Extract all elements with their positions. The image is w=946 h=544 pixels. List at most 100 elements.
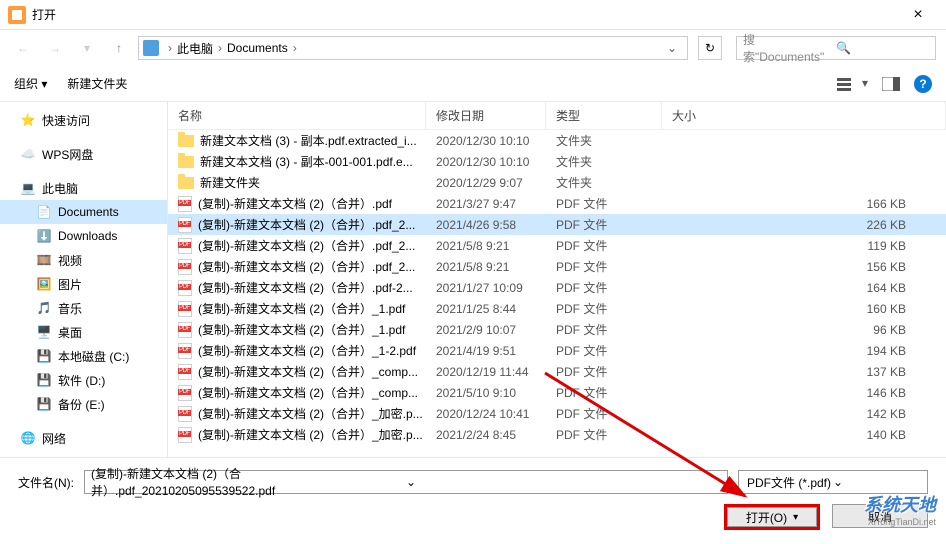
chevron-right-icon: › [215,41,225,55]
file-row[interactable]: (复制)-新建文本文档 (2)（合并）.pdf_2...2021/4/26 9:… [168,214,946,235]
star-icon: ⭐ [20,112,36,128]
file-date: 2021/1/27 10:09 [426,281,546,295]
pdf-icon [178,343,192,359]
sidebar-item-desktop[interactable]: 🖥️桌面 [0,320,167,344]
file-filter-select[interactable]: PDF文件 (*.pdf) ⌄ [738,470,928,494]
sidebar-item-disk-c[interactable]: 💾本地磁盘 (C:) [0,344,167,368]
file-row[interactable]: 新建文件夹2020/12/29 9:07文件夹 [168,172,946,193]
sidebar-item-pictures[interactable]: 🖼️图片 [0,272,167,296]
sidebar-item-videos[interactable]: 🎞️视频 [0,248,167,272]
dialog-footer: 文件名(N): (复制)-新建文本文档 (2)（合并）.pdf_20210205… [0,457,946,544]
file-row[interactable]: (复制)-新建文本文档 (2)（合并）_comp...2020/12/19 11… [168,361,946,382]
sidebar-item-documents[interactable]: 📄Documents [0,200,167,224]
nav-recent-icon[interactable]: ▾ [74,35,100,61]
file-row[interactable]: 新建文本文档 (3) - 副本.pdf.extracted_i...2020/1… [168,130,946,151]
file-name: (复制)-新建文本文档 (2)（合并）_comp... [168,363,426,380]
pdf-icon [178,217,192,233]
search-input[interactable]: 搜索"Documents" 🔍 [736,36,936,60]
column-date[interactable]: 修改日期 [426,102,546,129]
file-size: 160 KB [662,302,946,316]
file-type: PDF 文件 [546,279,662,296]
pdf-icon [178,385,192,401]
pdf-icon [178,196,192,212]
open-button[interactable]: 打开(O)▾ [724,504,820,530]
nav-forward-icon[interactable]: → [42,35,68,61]
column-type[interactable]: 类型 [546,102,662,129]
chevron-right-icon: › [290,41,300,55]
pdf-icon [178,406,192,422]
file-date: 2021/2/9 10:07 [426,323,546,337]
sidebar-item-wps[interactable]: ☁️WPS网盘 [0,142,167,166]
pdf-icon [178,427,192,443]
organize-menu[interactable]: 组织 ▾ [14,75,47,92]
music-icon: 🎵 [36,300,52,316]
close-icon[interactable]: × [898,6,938,24]
sidebar-item-disk-d[interactable]: 💾软件 (D:) [0,368,167,392]
file-size: 166 KB [662,197,946,211]
sidebar-item-thispc[interactable]: 💻此电脑 [0,176,167,200]
file-row[interactable]: (复制)-新建文本文档 (2)（合并）.pdf_2...2021/5/8 9:2… [168,235,946,256]
file-name: 新建文本文档 (3) - 副本-001-001.pdf.e... [168,153,426,170]
file-type: PDF 文件 [546,342,662,359]
file-type: PDF 文件 [546,426,662,443]
file-size: 146 KB [662,386,946,400]
pdf-icon [178,322,192,338]
download-icon: ⬇️ [36,228,52,244]
file-name: (复制)-新建文本文档 (2)（合并）.pdf [168,195,426,212]
view-mode-button[interactable]: ▾ [837,76,868,91]
breadcrumb-root[interactable]: 此电脑 [177,40,213,57]
folder-icon [178,156,194,168]
file-row[interactable]: (复制)-新建文本文档 (2)（合并）_加密.p...2020/12/24 10… [168,403,946,424]
file-type: 文件夹 [546,174,662,191]
file-size: 194 KB [662,344,946,358]
cloud-icon: ☁️ [20,146,36,162]
file-row[interactable]: (复制)-新建文本文档 (2)（合并）.pdf_2...2021/5/8 9:2… [168,256,946,277]
titlebar: 打开 × [0,0,946,30]
chevron-down-icon: ▾ [793,512,798,523]
chevron-down-icon[interactable]: ⌄ [661,41,683,55]
file-row[interactable]: (复制)-新建文本文档 (2)（合并）_加密.p...2021/2/24 8:4… [168,424,946,445]
column-size[interactable]: 大小 [662,102,946,129]
file-name: (复制)-新建文本文档 (2)（合并）_comp... [168,384,426,401]
sidebar-item-downloads[interactable]: ⬇️Downloads [0,224,167,248]
toolbar: 组织 ▾ 新建文件夹 ▾ ? [0,66,946,102]
search-icon[interactable]: 🔍 [836,41,929,55]
new-folder-button[interactable]: 新建文件夹 [67,75,127,92]
file-size: 226 KB [662,218,946,232]
sidebar-item-network[interactable]: 🌐网络 [0,426,167,450]
chevron-down-icon[interactable]: ⌄ [406,475,721,489]
file-name: (复制)-新建文本文档 (2)（合并）.pdf_2... [168,258,426,275]
breadcrumb[interactable]: › 此电脑 › Documents › ⌄ [138,36,688,60]
cancel-button[interactable]: 取消 [832,504,928,528]
file-row[interactable]: (复制)-新建文本文档 (2)（合并）_1.pdf2021/1/25 8:44P… [168,298,946,319]
file-type: PDF 文件 [546,195,662,212]
file-size: 164 KB [662,281,946,295]
column-name[interactable]: 名称 [168,102,426,129]
help-icon[interactable]: ? [914,75,932,93]
file-date: 2021/4/26 9:58 [426,218,546,232]
file-row[interactable]: (复制)-新建文本文档 (2)（合并）_1-2.pdf2021/4/19 9:5… [168,340,946,361]
filename-input[interactable]: (复制)-新建文本文档 (2)（合并）.pdf_2021020509553952… [84,470,728,494]
file-row[interactable]: (复制)-新建文本文档 (2)（合并）_comp...2021/5/10 9:1… [168,382,946,403]
sidebar-item-disk-e[interactable]: 💾备份 (E:) [0,392,167,416]
chevron-down-icon[interactable]: ⌄ [833,475,919,489]
disk-icon: 💾 [36,348,52,364]
file-type: PDF 文件 [546,300,662,317]
sidebar-item-music[interactable]: 🎵音乐 [0,296,167,320]
nav-up-icon[interactable]: ↑ [106,35,132,61]
file-row[interactable]: 新建文本文档 (3) - 副本-001-001.pdf.e...2020/12/… [168,151,946,172]
file-size: 119 KB [662,239,946,253]
folder-icon [178,177,194,189]
network-icon: 🌐 [20,430,36,446]
breadcrumb-folder[interactable]: Documents [227,41,288,55]
file-name: (复制)-新建文本文档 (2)（合并）_加密.p... [168,405,426,422]
refresh-icon[interactable]: ↻ [698,36,722,60]
file-type: PDF 文件 [546,405,662,422]
sidebar-item-quick-access[interactable]: ⭐快速访问 [0,108,167,132]
file-row[interactable]: (复制)-新建文本文档 (2)（合并）.pdf2021/3/27 9:47PDF… [168,193,946,214]
nav-back-icon[interactable]: ← [10,35,36,61]
file-row[interactable]: (复制)-新建文本文档 (2)（合并）.pdf-2...2021/1/27 10… [168,277,946,298]
file-row[interactable]: (复制)-新建文本文档 (2)（合并）_1.pdf2021/2/9 10:07P… [168,319,946,340]
file-name: (复制)-新建文本文档 (2)（合并）_1.pdf [168,300,426,317]
preview-pane-button[interactable] [882,76,900,91]
